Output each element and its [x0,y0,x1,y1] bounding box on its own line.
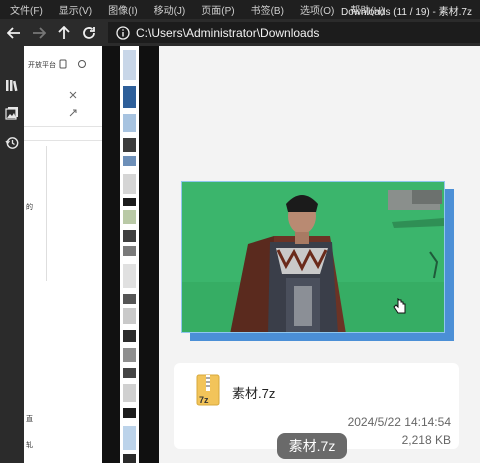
background-fragment-text: 开放平台 [28,62,56,69]
file-modified-date: 2024/5/22 14:14:54 [347,415,451,429]
address-bar[interactable]: C:\Users\Administrator\Downloads [108,22,480,43]
up-arrow-icon [58,25,70,39]
filename-tooltip: 素材.7z [277,433,347,459]
toolbar: C:\Users\Administrator\Downloads [0,19,480,46]
window-title: Downloads (11 / 19) - 素材.7z [341,7,472,18]
preview-pane: 7z 素材.7z 2024/5/22 14:14:54 2,218 KB [159,46,480,463]
history-button[interactable] [3,134,21,152]
sidebar [0,46,24,463]
background-fragment-text: 轧 [26,442,33,449]
menu-image[interactable]: 图像(I) [98,2,143,17]
background-window: 开放平台 的 直 轧 [24,46,102,463]
refresh-icon [83,26,95,39]
library-button[interactable] [3,76,21,94]
back-button[interactable] [3,22,25,44]
phone-icon [59,59,67,69]
background-fragment-text: 直 [26,416,33,423]
menu-view[interactable]: 显示(V) [49,2,98,17]
menu-move[interactable]: 移动(J) [144,2,192,17]
menu-page[interactable]: 页面(P) [191,2,240,17]
menu-options[interactable]: 选项(O) [290,2,340,17]
thumbnail-strip[interactable] [120,46,139,463]
forward-button[interactable] [28,22,50,44]
window-divider [102,46,120,463]
menu-file[interactable]: 文件(F) [0,2,49,17]
up-button[interactable] [53,22,75,44]
forward-arrow-icon [33,26,46,39]
back-arrow-icon [7,26,20,39]
history-small-icon [78,60,86,68]
menu-bar: 文件(F) 显示(V) 图像(I) 移动(J) 页面(P) 书签(B) 选项(O… [0,0,480,19]
archive-type-label: 7z [199,395,209,405]
address-path: C:\Users\Administrator\Downloads [136,25,320,40]
menu-bookmarks[interactable]: 书签(B) [241,2,290,17]
gallery-icon [5,107,18,120]
panel-gap [139,46,159,463]
gallery-button[interactable] [3,104,21,122]
library-icon [6,80,18,92]
file-size: 2,218 KB [401,433,451,447]
collapse-small-icon[interactable] [69,109,77,117]
close-small-icon[interactable] [69,91,77,99]
file-name: 素材.7z [232,386,276,401]
background-fragment-text: 的 [26,204,33,211]
history-icon [5,137,19,149]
hand-cursor-icon [393,298,406,314]
refresh-button[interactable] [78,22,100,44]
info-icon [114,24,132,42]
